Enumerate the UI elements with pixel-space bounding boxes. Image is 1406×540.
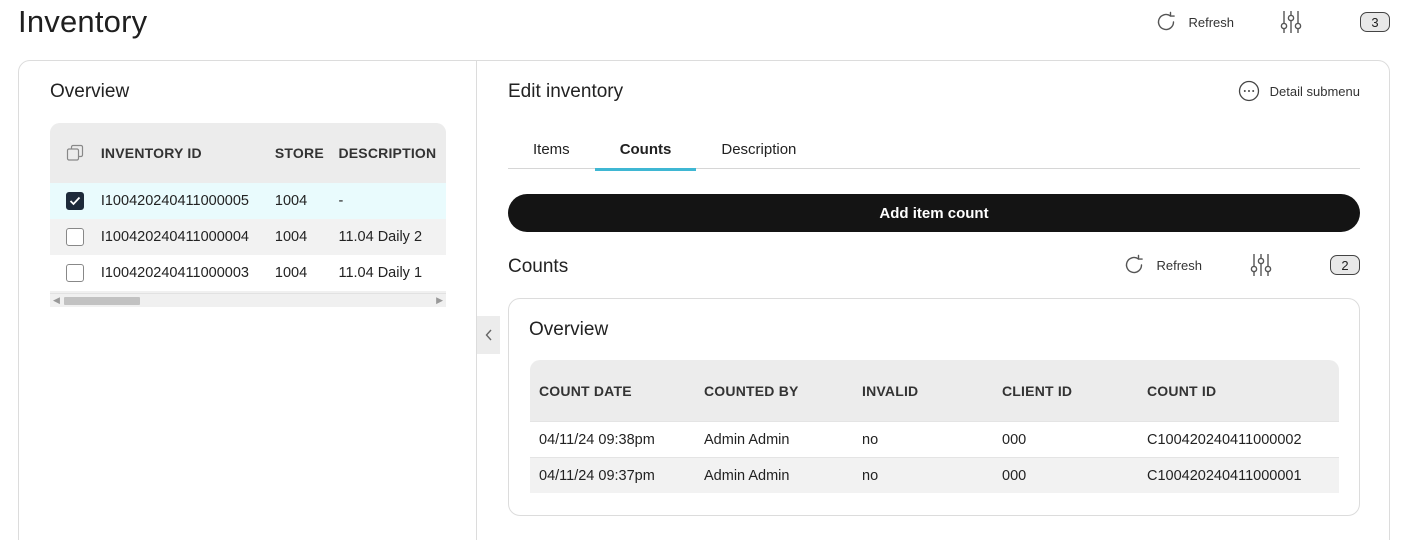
horizontal-scrollbar[interactable]: ◀ ▶ [50,293,446,307]
scrollbar-thumb[interactable] [64,297,140,305]
cell-store: 1004 [274,265,308,281]
row-checkbox[interactable] [66,264,85,282]
counts-badge: 2 [1330,255,1360,275]
table-row[interactable]: 04/11/24 09:37pm Admin Admin no 000 C100… [530,457,1339,493]
detail-submenu-button[interactable]: Detail submenu [1238,80,1360,102]
collapse-pane-button[interactable] [477,316,500,354]
cell-invalid: no [862,467,879,484]
sliders-icon [1280,11,1302,33]
cell-description: 11.04 Daily 2 [338,229,423,245]
main-panel: Overview INVENTORY ID STORE DESCRIPTION [18,60,1390,540]
counts-table-header: COUNT DATE COUNTED BY INVALID CLIENT ID … [530,360,1339,421]
sliders-icon [1250,254,1272,276]
add-item-count-button[interactable]: Add item count [508,194,1360,232]
inventory-table-header: INVENTORY ID STORE DESCRIPTION [50,123,446,183]
counts-title: Counts [508,256,569,277]
column-header-invalid[interactable]: INVALID [862,383,1002,399]
column-header-store[interactable]: STORE [275,145,339,161]
counts-overview-card: Overview COUNT DATE COUNTED BY INVALID C… [508,298,1360,516]
cell-client-id: 000 [1002,467,1027,484]
column-header-client-id[interactable]: CLIENT ID [1002,383,1147,399]
counts-refresh-button[interactable]: Refresh [1122,253,1202,277]
cell-counted-by: Admin Admin [704,467,790,484]
cell-store: 1004 [274,229,308,245]
cell-inventory-id: I100420240411000003 [100,265,249,281]
cell-inventory-id: I100420240411000005 [100,193,249,209]
edit-inventory-title: Edit inventory [508,81,624,102]
overview-title: Overview [50,81,130,102]
column-header-count-date[interactable]: COUNT DATE [530,383,704,399]
scroll-left-icon[interactable]: ◀ [53,295,60,306]
counts-toolbar: Refresh 2 [1122,251,1360,279]
table-row[interactable]: I100420240411000005 1004 - [50,183,446,219]
table-row[interactable]: 04/11/24 09:38pm Admin Admin no 000 C100… [530,421,1339,457]
cell-counted-by: Admin Admin [704,431,790,448]
cell-store: 1004 [274,193,308,209]
counts-table: COUNT DATE COUNTED BY INVALID CLIENT ID … [530,360,1339,515]
inventory-table: INVENTORY ID STORE DESCRIPTION I10042024… [50,123,446,307]
cell-client-id: 000 [1002,431,1027,448]
refresh-icon [1158,11,1176,31]
cell-count-id: C100420240411000002 [1147,431,1302,448]
count-badge: 3 [1360,12,1390,32]
table-row[interactable]: I100420240411000004 1004 11.04 Daily 2 [50,219,446,255]
select-all-cell[interactable] [50,143,101,163]
cell-description: 11.04 Daily 1 [338,265,423,281]
copy-select-icon [67,144,84,161]
refresh-button[interactable]: Refresh [1154,10,1234,34]
refresh-icon [1126,254,1144,274]
cell-count-date: 04/11/24 09:37pm [539,467,655,484]
cell-inventory-id: I100420240411000004 [100,229,249,245]
tab-description[interactable]: Description [696,129,821,169]
column-header-inventory-id[interactable]: INVENTORY ID [101,145,275,161]
counts-filter-settings-button[interactable] [1248,252,1274,278]
counts-overview-title: Overview [529,319,609,340]
cell-count-date: 04/11/24 09:38pm [539,431,655,448]
refresh-label: Refresh [1156,257,1202,273]
column-header-counted-by[interactable]: COUNTED BY [704,383,862,399]
tab-counts[interactable]: Counts [594,129,697,171]
column-header-description[interactable]: DESCRIPTION [338,145,446,161]
cell-description: - [338,193,344,209]
tab-items[interactable]: Items [508,129,595,169]
row-checkbox[interactable] [66,192,85,210]
chevron-left-icon [485,329,492,341]
page-title: Inventory [18,4,148,39]
tab-bar: Items Counts Description [508,129,1360,171]
overview-pane: Overview INVENTORY ID STORE DESCRIPTION [19,61,477,540]
row-checkbox[interactable] [66,228,85,246]
scroll-right-icon[interactable]: ▶ [436,295,443,306]
refresh-label: Refresh [1188,14,1234,30]
table-row[interactable]: I100420240411000003 1004 11.04 Daily 1 [50,255,446,291]
column-header-count-id[interactable]: COUNT ID [1147,383,1337,399]
cell-invalid: no [862,431,879,448]
page-toolbar: Refresh 3 [1154,8,1390,36]
edit-inventory-pane: Edit inventory Detail submenu Items Coun… [508,61,1360,540]
more-horizontal-icon [1238,80,1259,102]
cell-count-id: C100420240411000001 [1147,467,1302,484]
detail-submenu-label: Detail submenu [1269,83,1360,99]
check-icon [70,196,81,206]
filter-settings-button[interactable] [1278,9,1304,35]
